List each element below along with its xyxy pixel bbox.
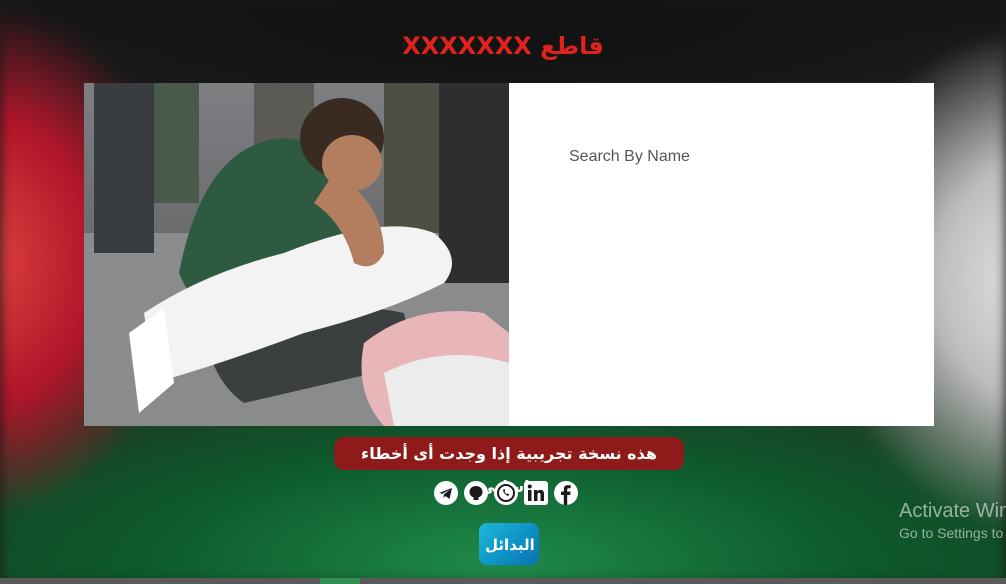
telegram-icon[interactable]: [433, 480, 459, 506]
social-links: [433, 480, 579, 506]
hero-photo: [84, 83, 509, 426]
search-input[interactable]: [567, 143, 871, 171]
linkedin-icon[interactable]: [523, 480, 549, 506]
search-panel: [509, 83, 934, 426]
scrollbar-thumb[interactable]: [320, 578, 360, 584]
whatsapp-icon[interactable]: [493, 480, 519, 506]
beta-notice: هذه نسخة تجريبية إذا وجدت أى أخطاء راسلن…: [334, 437, 684, 496]
hero-photo-illustration: [84, 83, 509, 426]
facebook-icon[interactable]: [553, 480, 579, 506]
watermark-line1: Activate Win: [899, 500, 1006, 522]
horizontal-scrollbar[interactable]: [0, 578, 1006, 584]
page-title: قاطع XXXXXXX: [402, 32, 604, 60]
alternatives-button[interactable]: البدائل: [479, 523, 539, 565]
windows-activation-watermark: Activate Win Go to Settings to: [899, 500, 1006, 541]
main-card: [84, 83, 934, 426]
watermark-line2: Go to Settings to: [899, 525, 1004, 541]
github-icon[interactable]: [463, 480, 489, 506]
